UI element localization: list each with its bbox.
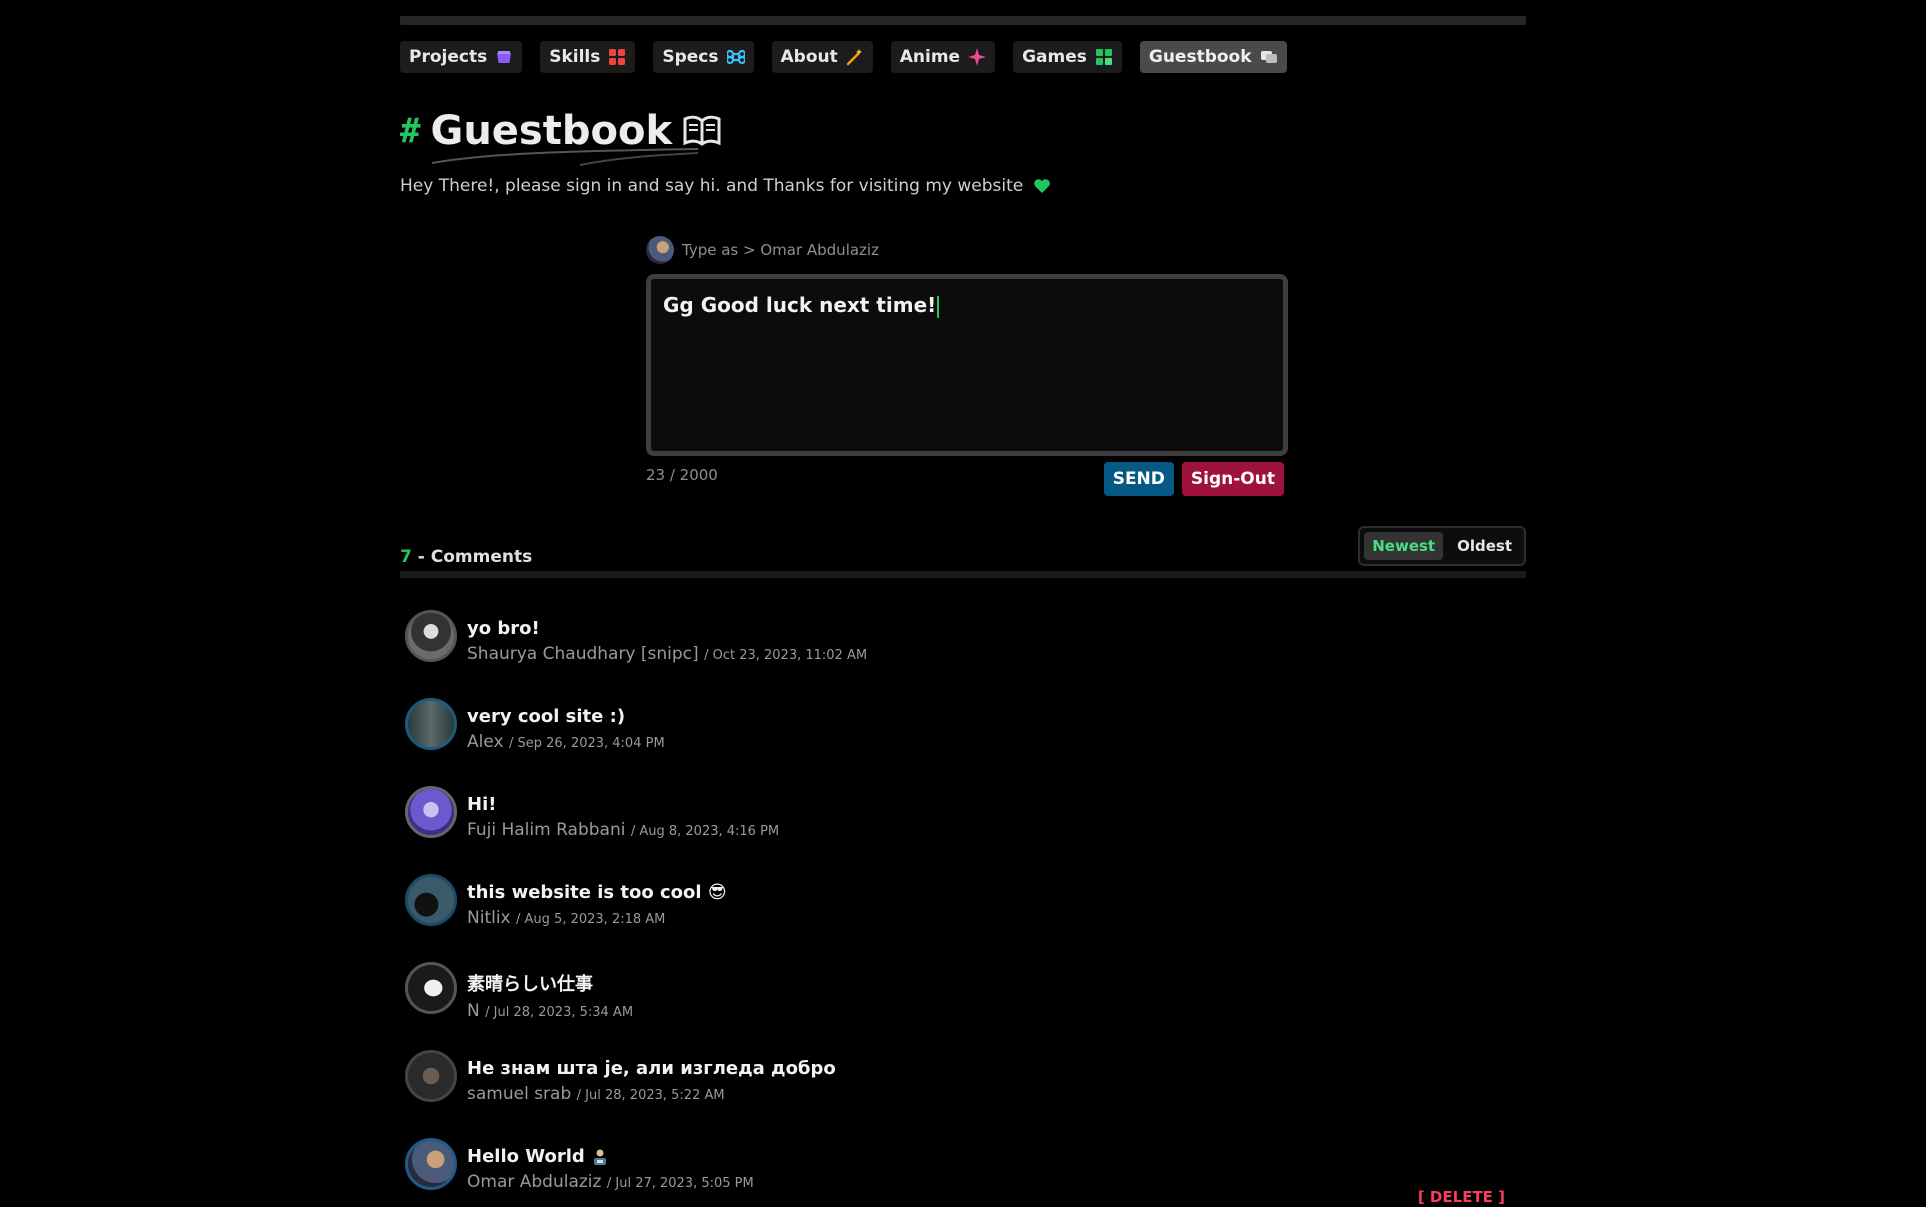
nav-guestbook-label: Guestbook [1148, 47, 1252, 67]
main-nav: Projects Skills Specs About Anime Games … [400, 41, 1287, 73]
compose-box: Type as > Omar Abdulaziz Gg Good luck ne… [646, 236, 1288, 496]
comment-text: Не знам шта је, али изгледа добро [467, 1058, 836, 1079]
comment-avatar [405, 962, 457, 1014]
comment-date: / Jul 28, 2023, 5:34 AM [485, 1005, 634, 1020]
comment-author: Fuji Halim Rabbani [467, 820, 626, 840]
comment-avatar [405, 1138, 457, 1190]
intro-text: Hey There!, please sign in and say hi. a… [400, 176, 1051, 196]
comment-item: Hello World Omar Abdulaziz / Jul 27, 202… [405, 1138, 1525, 1207]
char-counter: 23 / 2000 [646, 466, 718, 484]
sort-toggle: Newest Oldest [1358, 526, 1526, 566]
comments-count-number: 7 [400, 547, 412, 567]
comments-list: yo bro! Shaurya Chaudhary [snipc] / Oct … [405, 610, 1525, 1207]
comment-item: very cool site :) Alex / Sep 26, 2023, 4… [405, 698, 1525, 786]
compose-buttons: SEND Sign-Out [1103, 462, 1284, 496]
comment-item: yo bro! Shaurya Chaudhary [snipc] / Oct … [405, 610, 1525, 698]
chat-icon [1260, 51, 1277, 63]
send-button[interactable]: SEND [1103, 462, 1174, 496]
heading-hash: # [400, 111, 421, 151]
comment-text: Hello World [467, 1146, 754, 1167]
nav-skills-label: Skills [549, 47, 601, 67]
nav-anime-label: Anime [899, 47, 961, 67]
nav-projects[interactable]: Projects [400, 41, 523, 73]
sign-out-button[interactable]: Sign-Out [1181, 462, 1284, 496]
comment-item: Hi! Fuji Halim Rabbani / Aug 8, 2023, 4:… [405, 786, 1525, 874]
comments-divider [400, 571, 1526, 578]
message-value: Gg Good luck next time! [663, 293, 937, 317]
nav-guestbook[interactable]: Guestbook [1139, 41, 1287, 73]
comment-text: 素晴らしい仕事 [467, 974, 593, 995]
intro-label: Hey There!, please sign in and say hi. a… [400, 176, 1024, 196]
comment-author: Nitlix [467, 908, 511, 928]
nav-about-label: About [780, 47, 838, 67]
nav-specs[interactable]: Specs [653, 41, 754, 73]
comments-count: 7 - Comments [400, 547, 532, 567]
delete-button[interactable]: [ DELETE ] [1418, 1188, 1505, 1206]
comment-text-label: Hello World [467, 1146, 585, 1167]
comment-item: Не знам шта је, али изгледа добро samuel… [405, 1050, 1525, 1138]
nav-games-label: Games [1022, 47, 1087, 67]
grid-icon [609, 49, 626, 65]
comment-item: 素晴らしい仕事 N / Jul 28, 2023, 5:34 AM [405, 962, 1525, 1050]
comment-date: / Aug 5, 2023, 2:18 AM [516, 912, 666, 927]
comment-text: this website is too cool 😎 [467, 882, 727, 903]
comment-avatar [405, 610, 457, 662]
comment-date: / Jul 28, 2023, 5:22 AM [576, 1088, 725, 1103]
comments-count-label: - Comments [417, 547, 533, 567]
sort-oldest-button[interactable]: Oldest [1449, 532, 1520, 560]
nav-games[interactable]: Games [1013, 41, 1122, 73]
folder-icon [497, 51, 512, 63]
message-textarea[interactable]: Gg Good luck next time! [646, 274, 1288, 456]
comment-date: / Sep 26, 2023, 4:04 PM [508, 736, 665, 751]
comment-item: this website is too cool 😎 Nitlix / Aug … [405, 874, 1525, 962]
comment-text: yo bro! [467, 618, 540, 639]
comment-date: / Jul 27, 2023, 5:05 PM [606, 1176, 754, 1191]
comment-author: Omar Abdulaziz [467, 1172, 602, 1192]
text-caret [937, 295, 940, 318]
nav-about[interactable]: About [771, 41, 873, 73]
book-icon [683, 115, 721, 146]
comment-avatar [405, 786, 457, 838]
sparkle-icon [968, 48, 987, 66]
comment-author: N [467, 1001, 480, 1021]
comment-author: samuel srab [467, 1084, 572, 1104]
comment-avatar [405, 698, 457, 750]
comment-avatar [405, 1050, 457, 1102]
apps-icon [1095, 49, 1112, 65]
nav-projects-label: Projects [409, 47, 488, 67]
nav-specs-label: Specs [662, 47, 719, 67]
comment-text: Hi! [467, 794, 497, 815]
comment-author: Alex [467, 732, 504, 752]
compose-footer: 23 / 2000 SEND Sign-Out [646, 462, 1284, 496]
nav-anime[interactable]: Anime [890, 41, 996, 73]
heart-icon [1034, 179, 1051, 193]
comment-date: / Aug 8, 2023, 4:16 PM [630, 824, 780, 839]
top-progress-bar [400, 16, 1526, 25]
comment-date: / Oct 23, 2023, 11:02 AM [704, 648, 868, 663]
page-container: Projects Skills Specs About Anime Games … [400, 0, 1526, 1207]
comment-text: very cool site :) [467, 706, 626, 727]
wand-icon [846, 49, 862, 66]
user-avatar [646, 236, 674, 264]
command-icon [726, 49, 745, 65]
type-as-label: Type as > Omar Abdulaziz [682, 241, 879, 259]
title-underline-decoration [431, 148, 699, 166]
technologist-icon [594, 1149, 607, 1165]
comments-header: 7 - Comments Newest Oldest [400, 525, 1526, 567]
nav-skills[interactable]: Skills [540, 41, 636, 73]
sort-newest-button[interactable]: Newest [1364, 532, 1444, 560]
comment-avatar [405, 874, 457, 926]
comment-author: Shaurya Chaudhary [snipc] [467, 644, 699, 664]
type-as-row: Type as > Omar Abdulaziz [646, 236, 1284, 264]
